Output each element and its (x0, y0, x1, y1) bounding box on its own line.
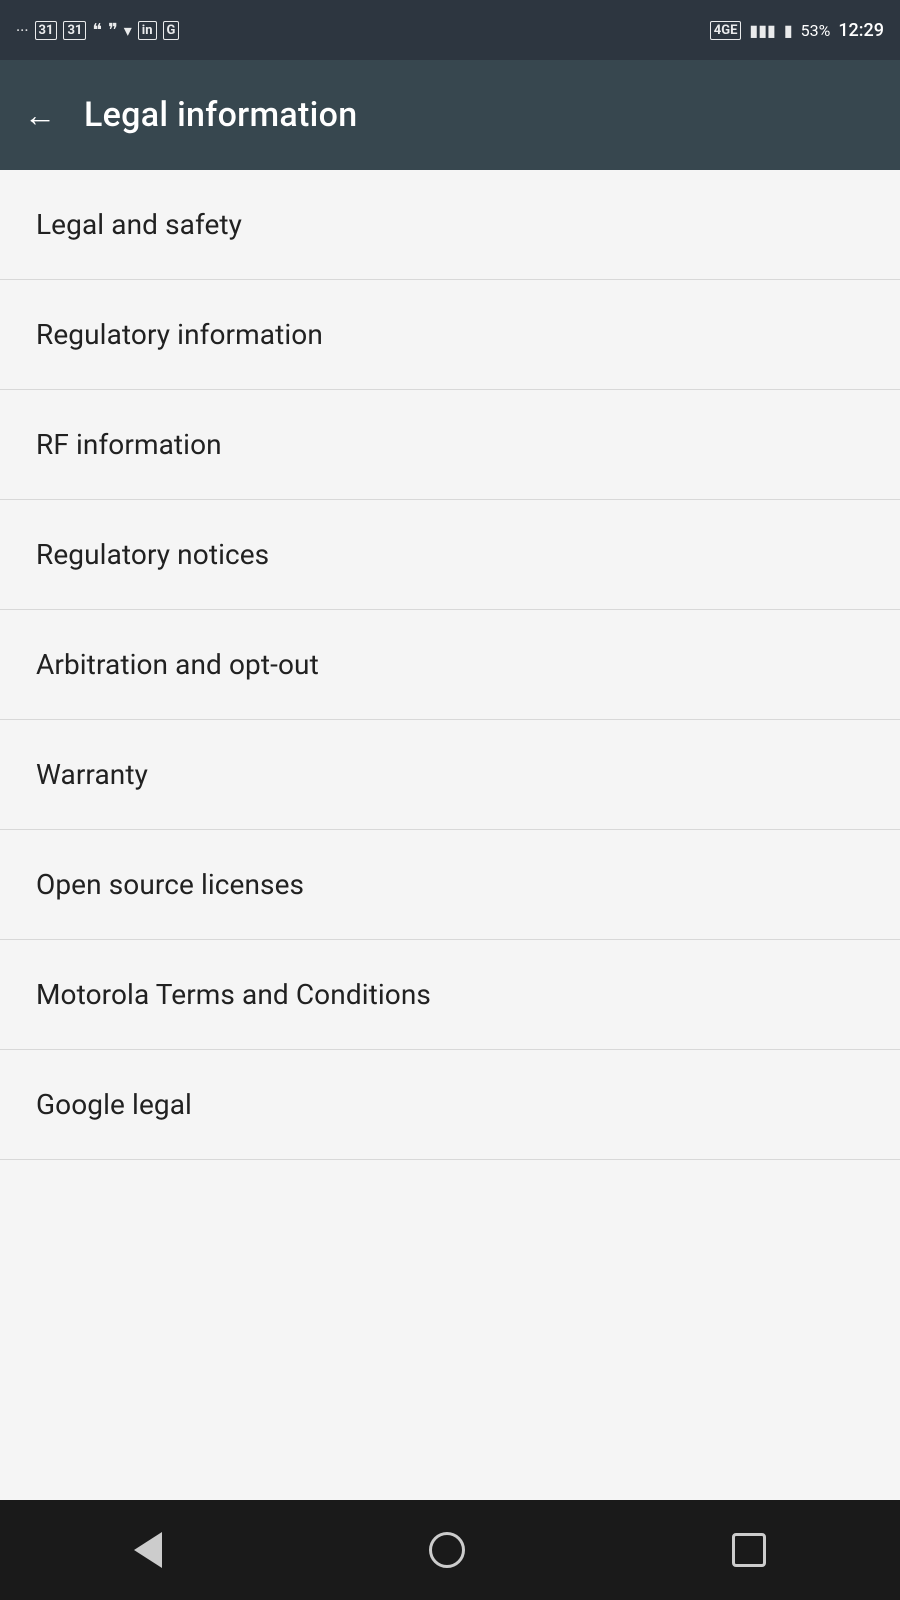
list-item-regulatory-information[interactable]: Regulatory information (0, 280, 900, 390)
app-bar: ← Legal information (0, 60, 900, 170)
signal-icon: ▮▮▮ (749, 21, 775, 40)
calendar-icon-2: 31 (63, 21, 86, 40)
list-item-warranty[interactable]: Warranty (0, 720, 900, 830)
list-item-label-motorola-terms: Motorola Terms and Conditions (36, 978, 431, 1011)
battery-icon: ▮ (784, 21, 793, 40)
quote-icon-1: ❝ (92, 20, 102, 41)
list-item-label-regulatory-notices: Regulatory notices (36, 538, 269, 571)
battery-percentage: 53% (801, 21, 831, 40)
list-item-label-rf-information: RF information (36, 428, 222, 461)
legal-info-list: Legal and safety Regulatory information RF… (0, 170, 900, 1160)
wifi-icon: ▾ (124, 21, 132, 40)
back-nav-icon[interactable] (134, 1532, 162, 1568)
list-item-rf-information[interactable]: RF information (0, 390, 900, 500)
list-item-label-regulatory-information: Regulatory information (36, 318, 323, 351)
list-item-arbitration-opt-out[interactable]: Arbitration and opt-out (0, 610, 900, 720)
list-item-label-google-legal: Google legal (36, 1088, 192, 1121)
linkedin-icon: in (138, 21, 157, 40)
clock: 12:29 (838, 20, 884, 41)
list-item-legal-safety[interactable]: Legal and safety (0, 170, 900, 280)
list-item-open-source-licenses[interactable]: Open source licenses (0, 830, 900, 940)
network-type-icon: 4GE (710, 21, 742, 40)
back-button[interactable]: ← (24, 99, 56, 131)
status-bar-right-icons: 4GE ▮▮▮ ▮ 53% 12:29 (710, 20, 884, 41)
home-nav-icon[interactable] (429, 1532, 465, 1568)
quote-icon-2: ❞ (108, 20, 118, 41)
list-item-label-warranty: Warranty (36, 758, 148, 791)
list-item-google-legal[interactable]: Google legal (0, 1050, 900, 1160)
notification-dots-icon: ··· (16, 21, 29, 40)
list-item-motorola-terms[interactable]: Motorola Terms and Conditions (0, 940, 900, 1050)
page-title: Legal information (84, 95, 357, 135)
g-icon: G (163, 21, 180, 40)
list-item-label-legal-safety: Legal and safety (36, 208, 242, 241)
status-bar-left-icons: ··· 31 31 ❝ ❞ ▾ in G (16, 20, 179, 41)
list-item-label-open-source-licenses: Open source licenses (36, 868, 304, 901)
navigation-bar (0, 1500, 900, 1600)
calendar-icon-1: 31 (35, 21, 58, 40)
list-item-label-arbitration-opt-out: Arbitration and opt-out (36, 648, 319, 681)
list-item-regulatory-notices[interactable]: Regulatory notices (0, 500, 900, 610)
recent-apps-nav-icon[interactable] (732, 1533, 766, 1567)
status-bar: ··· 31 31 ❝ ❞ ▾ in G 4GE ▮▮▮ ▮ 53% 12:29 (0, 0, 900, 60)
